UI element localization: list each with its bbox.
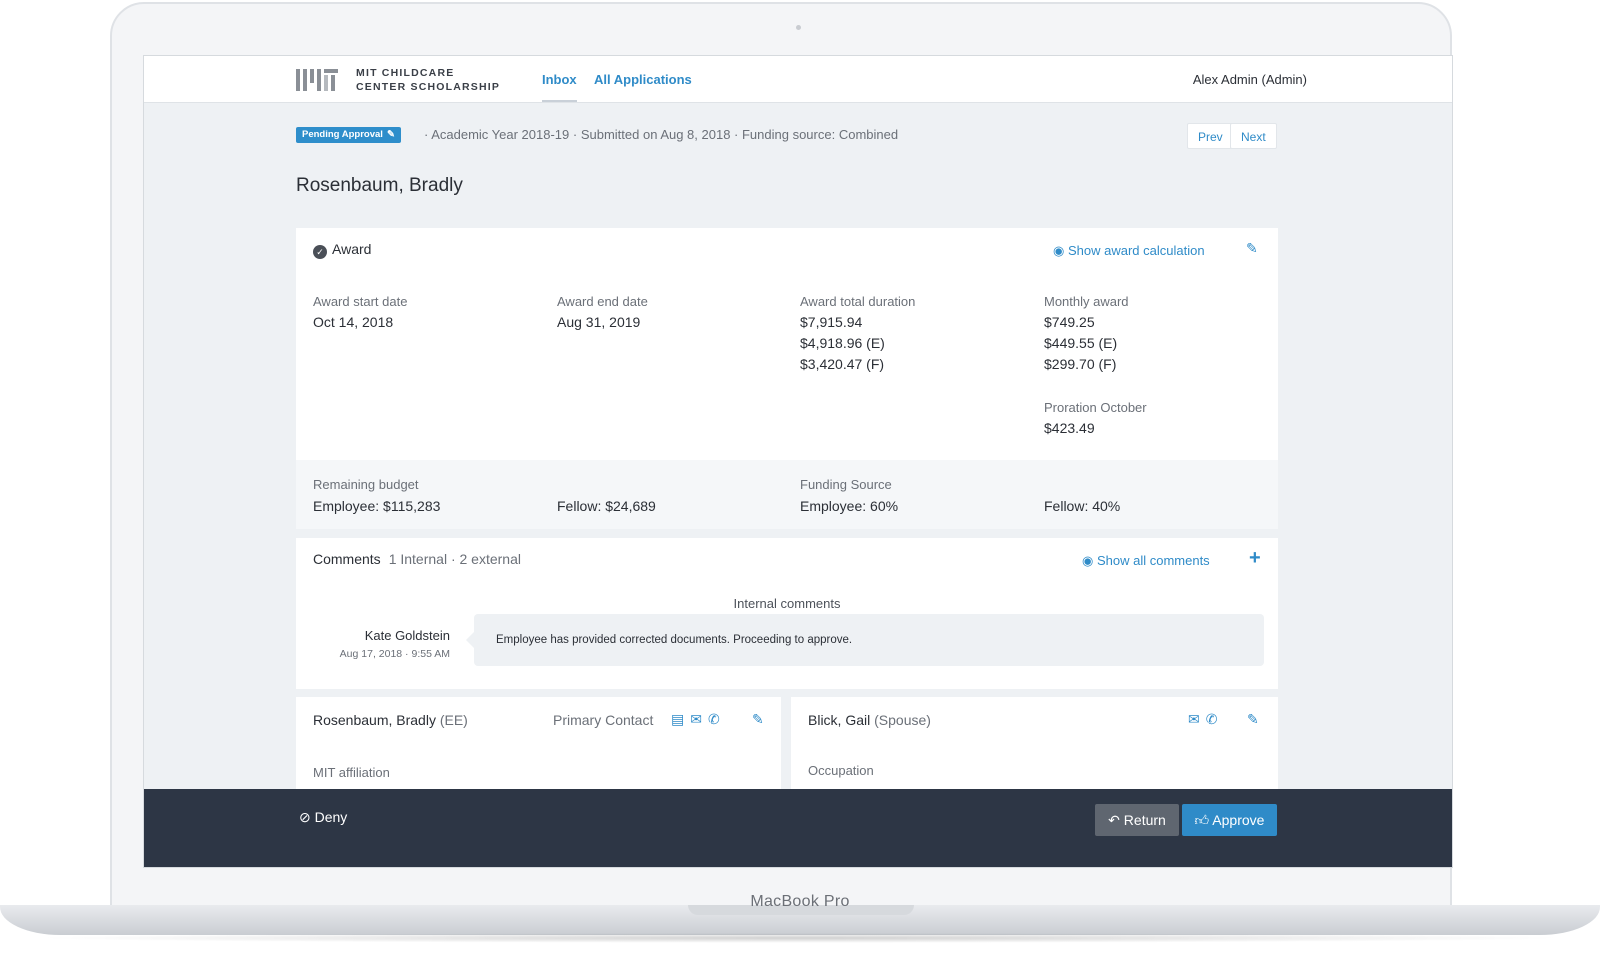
award-card: ✓ Award ◉ Show award calculation ✎ Award … xyxy=(296,228,1278,529)
comment-author: Kate Goldstein xyxy=(364,628,450,643)
show-all-comments-link[interactable]: ◉ Show all comments xyxy=(1082,553,1210,569)
camera-dot xyxy=(796,25,801,30)
comments-card: Comments 1 Internal · 2 external ◉ Show a… xyxy=(296,538,1278,689)
comment-bubble: Employee has provided corrected document… xyxy=(474,614,1264,666)
ban-icon: ⊘ xyxy=(299,809,311,825)
deny-label: Deny xyxy=(314,809,348,825)
tab-inbox[interactable]: Inbox xyxy=(542,72,577,102)
monthly-award-label: Monthly award xyxy=(1044,294,1129,309)
award-total-fellow: $3,420.47 (F) xyxy=(800,356,885,372)
tab-all-applications[interactable]: All Applications xyxy=(594,72,692,87)
status-badge-label: Pending Approval xyxy=(302,129,383,140)
proration-value: $423.49 xyxy=(1044,420,1095,436)
contact-role: (EE) xyxy=(439,712,468,728)
edit-spouse-icon[interactable]: ✎ xyxy=(1247,711,1259,728)
funding-source-employee: Employee: 60% xyxy=(800,498,899,514)
status-badge[interactable]: Pending Approval ✎ xyxy=(296,127,401,143)
eye-icon: ◉ xyxy=(1082,553,1094,568)
next-button[interactable]: Next xyxy=(1230,123,1277,149)
org-title: MIT CHILDCARE CENTER SCHOLARSHIP xyxy=(356,66,500,94)
occupation-label: Occupation xyxy=(808,763,874,778)
app-screen: MIT CHILDCARE CENTER SCHOLARSHIP Inbox A… xyxy=(143,55,1453,868)
remaining-budget-label: Remaining budget xyxy=(313,477,419,492)
comments-count: 1 Internal · 2 external xyxy=(388,551,521,567)
remaining-budget-employee: Employee: $115,283 xyxy=(313,498,441,514)
internal-comments-caption: Internal comments xyxy=(733,596,841,611)
action-bar: ⊘ Deny ↶ Return 👍︎ Approve xyxy=(144,789,1452,867)
org-title-line2: CENTER SCHOLARSHIP xyxy=(356,81,501,93)
award-header: ✓ Award xyxy=(313,241,371,259)
monthly-award-employee: $449.55 (E) xyxy=(1044,335,1118,351)
award-total-value: $7,915.94 xyxy=(800,314,863,330)
prev-button[interactable]: Prev xyxy=(1187,123,1234,149)
award-start-label: Award start date xyxy=(313,294,408,309)
edit-contact-icon[interactable]: ✎ xyxy=(752,711,764,728)
application-meta: · Academic Year 2018-19 · Submitted on A… xyxy=(424,127,899,142)
top-navbar: MIT CHILDCARE CENTER SCHOLARSHIP Inbox A… xyxy=(144,56,1452,103)
org-title-line1: MIT CHILDCARE xyxy=(356,67,455,79)
mit-logo-icon xyxy=(296,69,338,91)
funding-source-fellow: Fellow: 40% xyxy=(1044,498,1121,514)
check-circle-icon: ✓ xyxy=(313,245,327,259)
show-award-calculation-label: Show award calculation xyxy=(1067,243,1205,258)
monthly-award-value: $749.25 xyxy=(1044,314,1095,330)
laptop-shadow xyxy=(30,933,1570,943)
user-menu[interactable]: Alex Admin (Admin) xyxy=(1193,72,1307,87)
award-total-employee: $4,918.96 (E) xyxy=(800,335,885,351)
spouse-role: (Spouse) xyxy=(874,712,931,728)
id-card-icon[interactable]: ▤ xyxy=(671,711,690,727)
award-total-label: Award total duration xyxy=(800,294,916,309)
eye-icon: ◉ xyxy=(1053,243,1065,258)
funding-source-label: Funding Source xyxy=(800,477,892,492)
contact-actions: ▤✉✆ xyxy=(671,711,726,728)
award-budget-footer: Remaining budget Employee: $115,283 Fell… xyxy=(296,460,1278,529)
approve-button[interactable]: 👍︎ Approve xyxy=(1182,804,1277,836)
deny-button[interactable]: ⊘ Deny xyxy=(299,809,347,826)
contact-name: Rosenbaum, Bradly xyxy=(313,712,436,728)
award-start-value: Oct 14, 2018 xyxy=(313,314,394,330)
award-end-value: Aug 31, 2019 xyxy=(557,314,641,330)
return-label: Return xyxy=(1123,812,1166,828)
show-all-comments-label: Show all comments xyxy=(1096,553,1210,568)
remaining-budget-fellow: Fellow: $24,689 xyxy=(557,498,656,514)
phone-icon[interactable]: ✆ xyxy=(708,711,726,727)
phone-icon[interactable]: ✆ xyxy=(1206,711,1224,727)
add-comment-icon[interactable]: + xyxy=(1249,547,1261,570)
proration-label: Proration October xyxy=(1044,400,1147,415)
award-title: Award xyxy=(332,241,372,257)
status-row: Pending Approval ✎ · Academic Year 2018-1… xyxy=(296,123,1286,153)
thumbs-up-icon: 👍︎ xyxy=(1194,812,1210,828)
approve-label: Approve xyxy=(1212,812,1265,828)
award-end-label: Award end date xyxy=(557,294,648,309)
comments-title: Comments xyxy=(313,551,381,567)
mit-affiliation-label: MIT affiliation xyxy=(313,765,390,780)
reply-icon: ↶ xyxy=(1108,812,1120,828)
spouse-name: Blick, Gail xyxy=(808,712,871,728)
return-button[interactable]: ↶ Return xyxy=(1095,804,1179,836)
comments-header: Comments 1 Internal · 2 external xyxy=(313,551,521,567)
primary-contact-tag: Primary Contact xyxy=(553,712,654,728)
page-title: Rosenbaum, Bradly xyxy=(296,175,463,196)
comment-timestamp: Aug 17, 2018 · 9:55 AM xyxy=(339,648,450,660)
spouse-contact-actions: ✉✆ xyxy=(1188,711,1223,728)
pencil-icon: ✎ xyxy=(386,129,395,140)
envelope-icon[interactable]: ✉ xyxy=(690,711,708,727)
primary-contact-header: Rosenbaum, Bradly (EE) xyxy=(313,712,468,728)
comment-bubble-arrow xyxy=(466,632,474,648)
device-label: MacBook Pro xyxy=(750,893,850,910)
monthly-award-fellow: $299.70 (F) xyxy=(1044,356,1117,372)
edit-award-icon[interactable]: ✎ xyxy=(1246,240,1258,257)
envelope-icon[interactable]: ✉ xyxy=(1188,711,1206,727)
spouse-contact-header: Blick, Gail (Spouse) xyxy=(808,712,931,728)
show-award-calculation-link[interactable]: ◉ Show award calculation xyxy=(1053,243,1205,259)
